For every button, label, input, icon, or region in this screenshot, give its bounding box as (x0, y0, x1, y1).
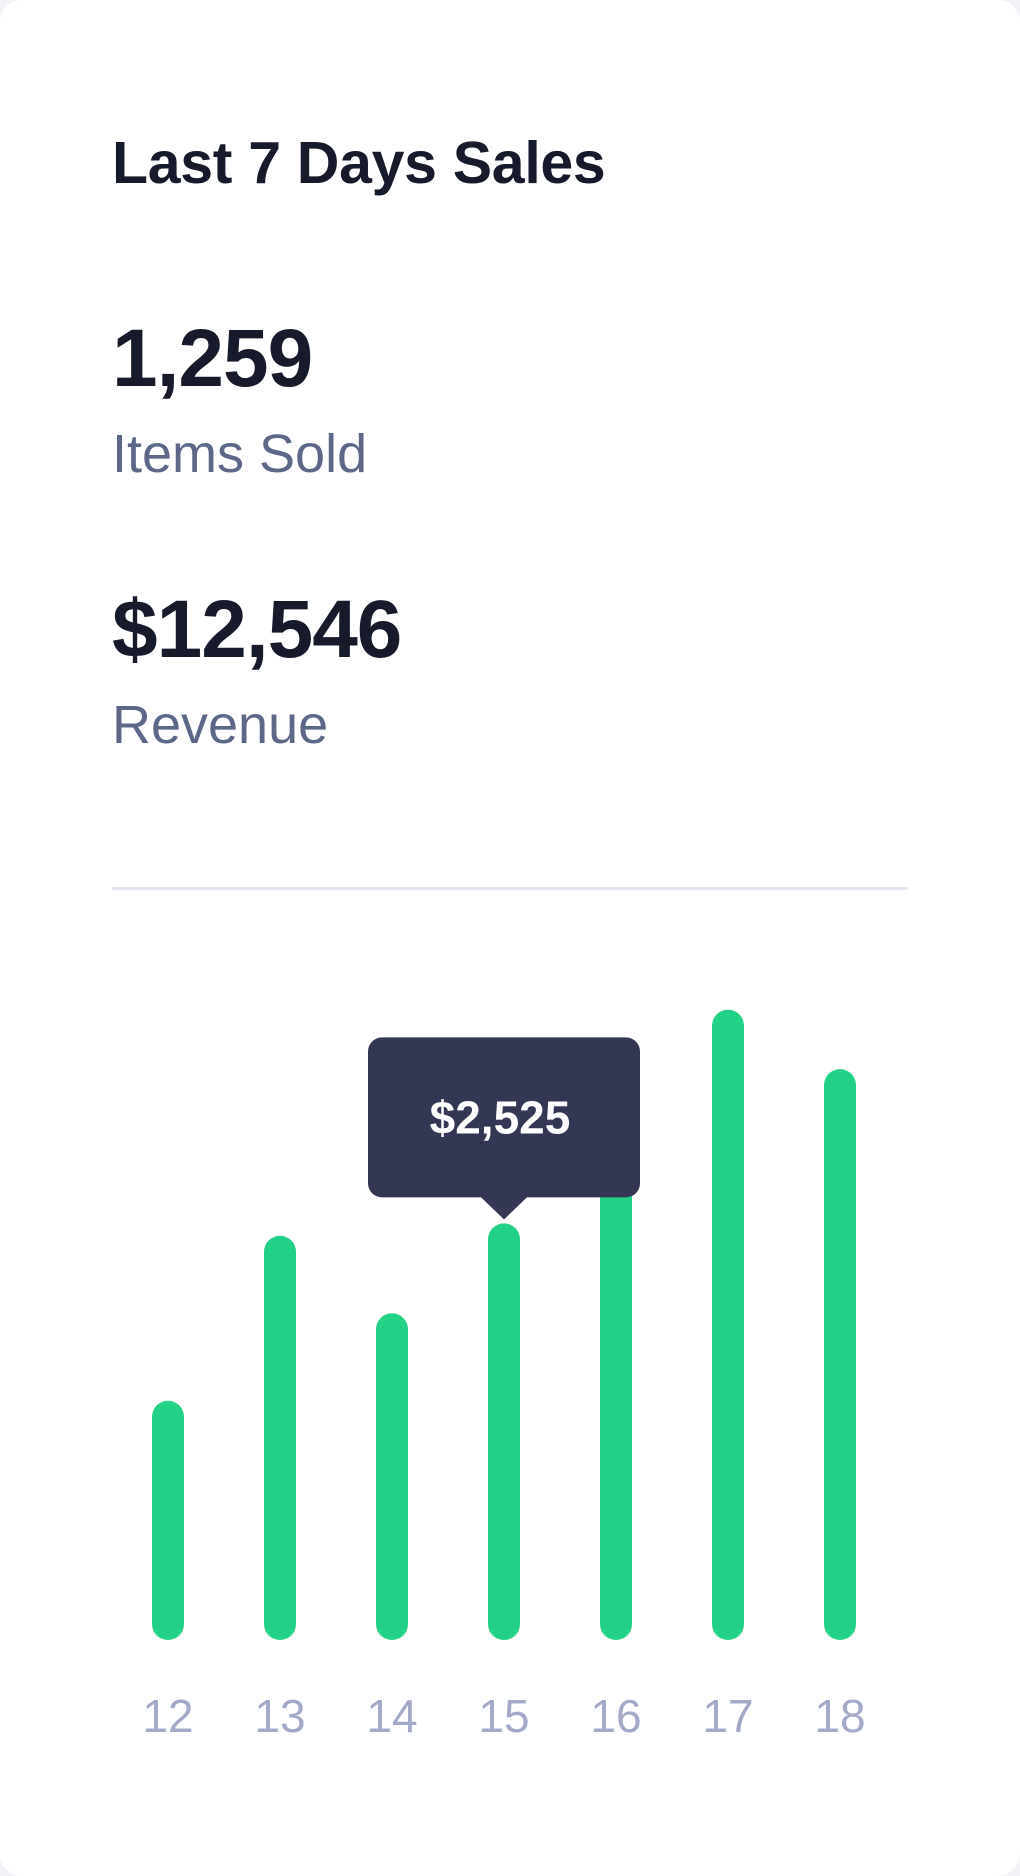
bar-17[interactable] (712, 1009, 744, 1640)
x-tick-label: 12 (142, 1690, 193, 1742)
bar-13[interactable] (264, 1235, 296, 1640)
items-sold-value: 1,259 (112, 313, 313, 404)
revenue-value: $12,546 (112, 584, 402, 675)
x-tick-label: 15 (478, 1690, 529, 1742)
sales-bar-chart: 12 13 14 15 16 17 18 $2,525 (142, 1009, 866, 1742)
bar-15[interactable] (488, 1223, 520, 1640)
tooltip-arrow (480, 1196, 528, 1220)
x-tick-label: 13 (254, 1690, 305, 1742)
card-title: Last 7 Days Sales (112, 130, 606, 196)
items-sold-label: Items Sold (112, 424, 368, 484)
x-tick-label: 16 (590, 1690, 641, 1742)
tooltip: $2,525 (368, 1037, 640, 1220)
x-tick-label: 18 (814, 1690, 865, 1742)
x-tick-label: 14 (366, 1690, 417, 1742)
tooltip-value: $2,525 (430, 1091, 571, 1143)
divider (112, 887, 908, 890)
sales-card: Last 7 Days Sales 1,259 Items Sold $12,5… (0, 0, 1020, 1876)
bar-14[interactable] (376, 1313, 408, 1640)
revenue-label: Revenue (112, 695, 329, 755)
x-tick-label: 17 (702, 1690, 753, 1742)
bar-12[interactable] (152, 1400, 184, 1640)
bar-18[interactable] (824, 1069, 856, 1640)
